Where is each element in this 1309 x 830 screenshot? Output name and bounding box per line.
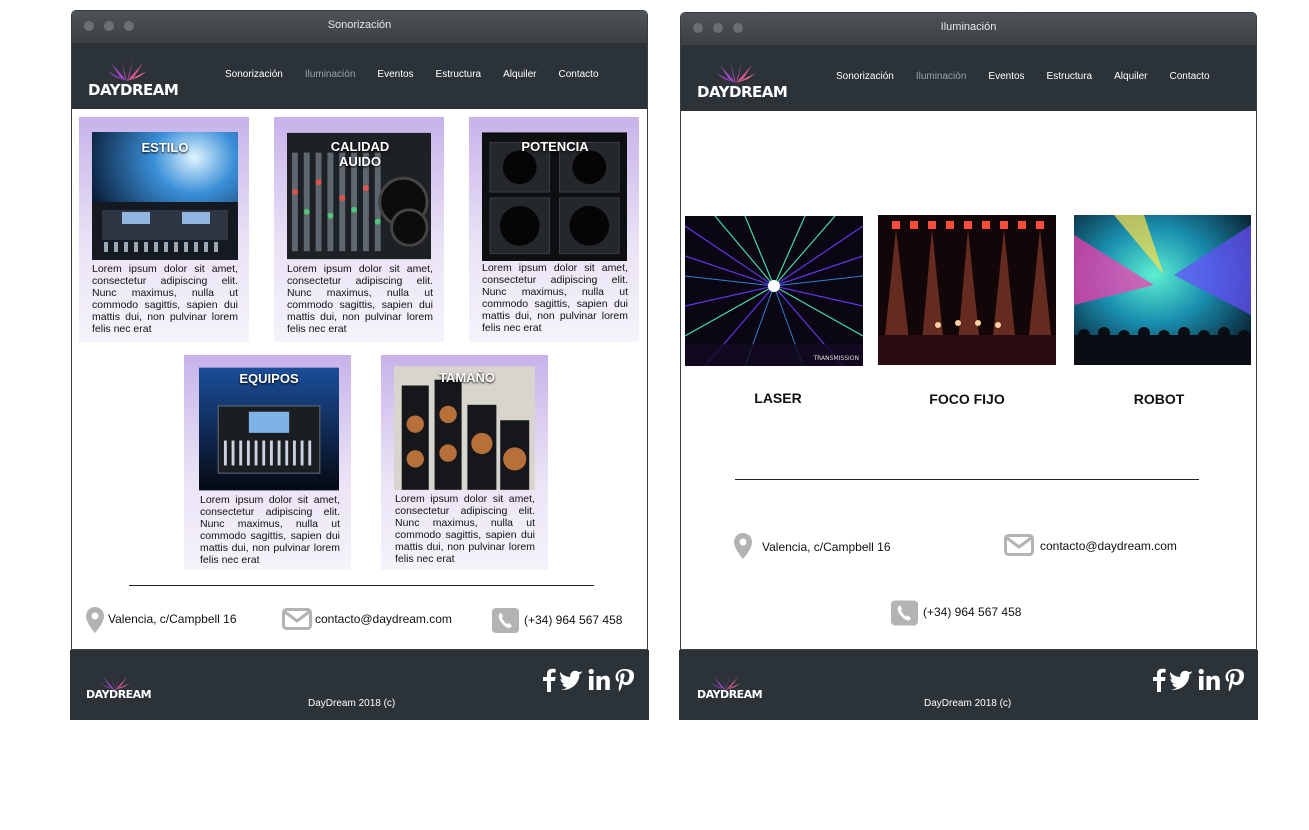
contact-address: Valencia, c/Campbell 16: [762, 540, 891, 554]
contact-email[interactable]: contacto@daydream.com: [315, 612, 452, 626]
section-divider: [735, 479, 1199, 480]
nav-estructura[interactable]: Estructura: [1047, 71, 1093, 82]
nav-iluminacion[interactable]: Iluminación: [916, 71, 967, 82]
brand-wordmark: DAYDREAM: [88, 81, 179, 99]
brand-logo[interactable]: DAYDREAM: [697, 55, 788, 103]
feature-title-tamano: TAMAÑO: [438, 370, 496, 385]
laser-show-image: TRANSMISSION: [685, 216, 863, 366]
linkedin-icon[interactable]: [588, 668, 610, 692]
feature-title-equipos: EQUIPOS: [239, 371, 299, 386]
nav-alquiler[interactable]: Alquiler: [1114, 71, 1147, 82]
contact-address: Valencia, c/Campbell 16: [108, 612, 237, 626]
pinterest-icon[interactable]: [1224, 668, 1244, 692]
nav-sonorizacion[interactable]: Sonorización: [836, 71, 894, 82]
main-nav: Sonorización Iluminación Eventos Estruct…: [836, 71, 1232, 82]
laser-watermark: TRANSMISSION: [812, 355, 859, 362]
feature-card-equipos: EQUIPOS Lorem ipsum dolor sit amet, cons…: [184, 355, 351, 570]
envelope-icon: [282, 608, 312, 630]
fixed-spotlight-image: [878, 215, 1056, 365]
footer-logo[interactable]: DAYDREAM: [697, 670, 763, 706]
footer-copyright: DayDream 2018 (c): [924, 698, 1012, 709]
phone-icon: [492, 608, 519, 633]
window-sonorizacion: Sonorización DAYDREAM Sonorización Ilumi…: [71, 10, 648, 650]
feature-card-potencia: POTENCIA Lorem ipsum dolor sit amet, con…: [469, 117, 639, 342]
light-label-robot: ROBOT: [1133, 391, 1185, 407]
main-nav: Sonorización Iluminación Eventos Estruct…: [225, 69, 621, 80]
feature-text-potencia: Lorem ipsum dolor sit amet, consectetur …: [482, 262, 628, 334]
contact-phone[interactable]: (+34) 964 567 458: [524, 613, 622, 627]
contact-email[interactable]: contacto@daydream.com: [1040, 539, 1177, 553]
feature-text-tamano: Lorem ipsum dolor sit amet, consectetur …: [395, 493, 535, 565]
feature-title-calidad: CALIDAD: [330, 139, 390, 154]
robot-light-image: [1074, 215, 1251, 365]
footer-sonorizacion: DAYDREAM DayDream 2018 (c): [70, 650, 649, 720]
feature-text-equipos: Lorem ipsum dolor sit amet, consectetur …: [200, 494, 340, 566]
nav-contacto[interactable]: Contacto: [558, 69, 598, 80]
footer-iluminacion: DAYDREAM DayDream 2018 (c): [679, 650, 1258, 720]
envelope-icon: [1004, 534, 1034, 556]
feature-text-estilo: Lorem ipsum dolor sit amet, consectetur …: [92, 263, 238, 335]
feature-text-calidad-audio: Lorem ipsum dolor sit amet, consectetur …: [287, 263, 433, 335]
linkedin-icon[interactable]: [1198, 668, 1220, 692]
facebook-icon[interactable]: [542, 668, 556, 692]
titlebar: Iluminación: [681, 13, 1256, 45]
window-title: Sonorización: [327, 19, 392, 31]
nav-eventos[interactable]: Eventos: [377, 69, 413, 80]
footer-wordmark: DAYDREAM: [697, 688, 763, 701]
feature-card-calidad-audio: CALIDAD AUIDO Lorem ipsum dolor sit amet…: [274, 117, 444, 342]
footer-logo[interactable]: DAYDREAM: [86, 670, 152, 706]
nav-eventos[interactable]: Eventos: [988, 71, 1024, 82]
nav-sonorizacion[interactable]: Sonorización: [225, 69, 283, 80]
brand-wordmark: DAYDREAM: [697, 83, 788, 101]
nav-alquiler[interactable]: Alquiler: [503, 69, 536, 80]
navbar: DAYDREAM Sonorización Iluminación Evento…: [681, 45, 1256, 111]
titlebar: Sonorización: [72, 11, 647, 43]
map-pin-icon: [86, 607, 104, 633]
contact-phone[interactable]: (+34) 964 567 458: [923, 605, 1021, 619]
pinterest-icon[interactable]: [614, 668, 634, 692]
map-pin-icon: [734, 533, 752, 559]
window-iluminacion: Iluminación DAYDREAM Sonorización Ilumin…: [680, 12, 1257, 650]
light-label-laser: LASER: [754, 390, 802, 406]
light-label-foco-fijo: FOCO FIJO: [929, 391, 1005, 407]
nav-estructura[interactable]: Estructura: [436, 69, 482, 80]
phone-icon: [891, 600, 918, 626]
facebook-icon[interactable]: [1152, 668, 1166, 692]
navbar: DAYDREAM Sonorización Iluminación Evento…: [72, 43, 647, 109]
footer-wordmark: DAYDREAM: [86, 688, 152, 701]
nav-iluminacion[interactable]: Iluminación: [305, 69, 356, 80]
feature-title-estilo: ESTILO: [141, 140, 189, 155]
social-links: [1152, 668, 1244, 692]
feature-card-tamano: TAMAÑO Lorem ipsum dolor sit amet, conse…: [381, 355, 548, 570]
feature-card-estilo: ESTILO Lorem ipsum dolor sit amet, conse…: [79, 117, 249, 342]
twitter-icon[interactable]: [1170, 668, 1194, 692]
feature-title-audio: AUIDO: [339, 154, 381, 169]
social-links: [542, 668, 634, 692]
twitter-icon[interactable]: [560, 668, 584, 692]
section-divider: [129, 585, 594, 586]
footer-copyright: DayDream 2018 (c): [308, 698, 396, 709]
nav-contacto[interactable]: Contacto: [1169, 71, 1209, 82]
feature-title-potencia: POTENCIA: [521, 139, 589, 154]
window-title: Iluminación: [940, 21, 997, 33]
brand-logo[interactable]: DAYDREAM: [88, 53, 179, 101]
